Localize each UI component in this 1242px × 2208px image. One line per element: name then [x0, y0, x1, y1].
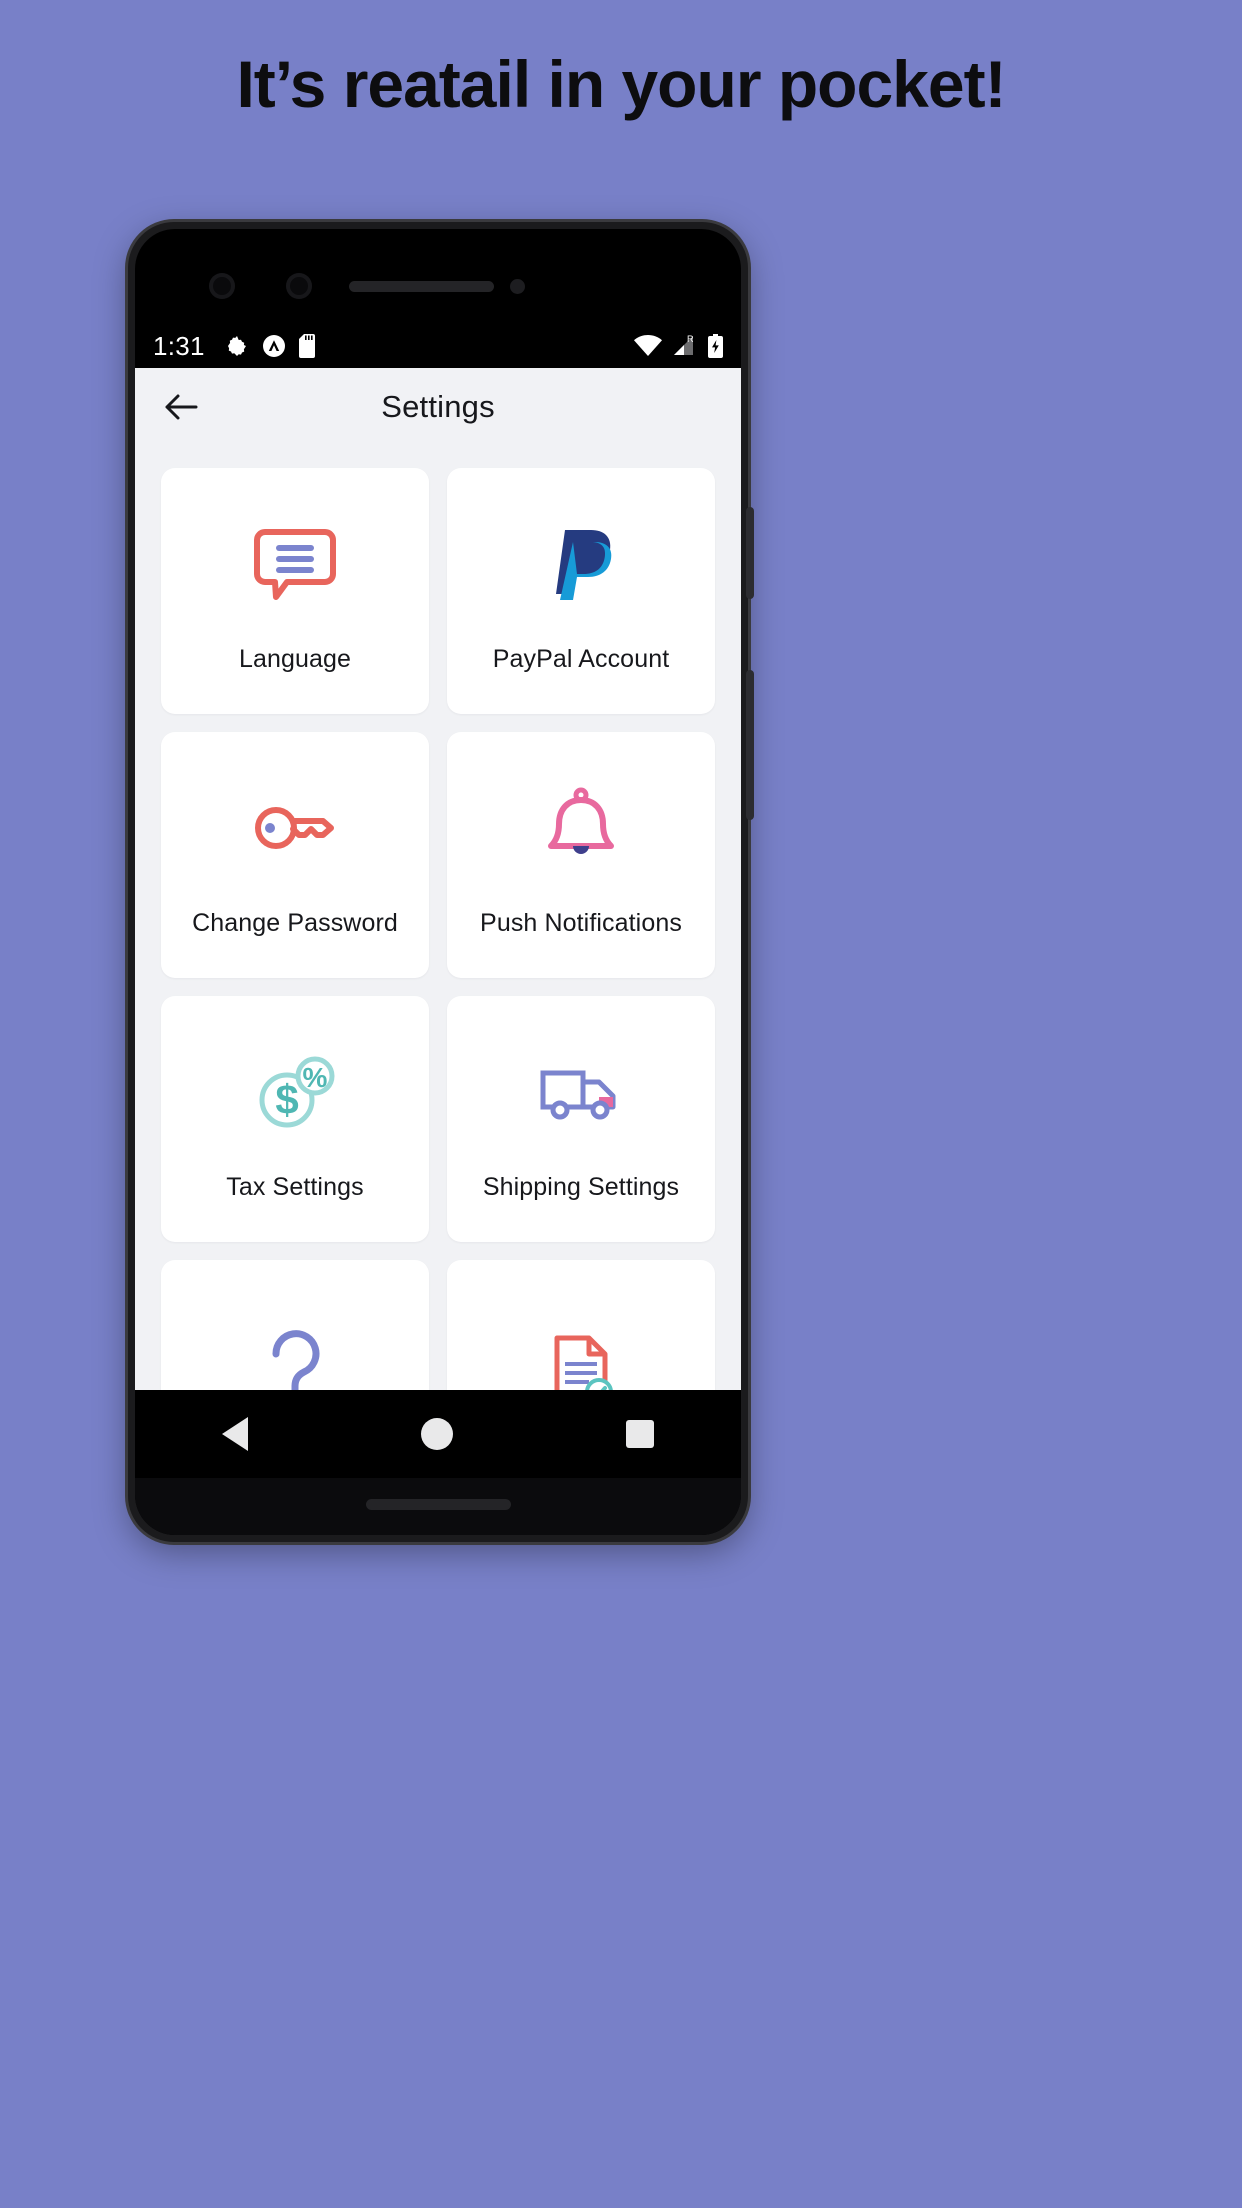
- android-nav-bar: [135, 1390, 741, 1478]
- key-icon: [243, 773, 347, 883]
- svg-text:R: R: [687, 334, 694, 344]
- expo-icon: [262, 334, 286, 358]
- bottom-speaker: [366, 1499, 511, 1510]
- nav-recents-icon[interactable]: [626, 1420, 655, 1448]
- phone-mockup: 1:31 R Settings Language PayPal Account …: [128, 222, 754, 1542]
- nav-back-icon[interactable]: [221, 1417, 248, 1451]
- app-bar: Settings: [135, 368, 741, 446]
- settings-card-paypal-account[interactable]: PayPal Account: [447, 468, 715, 714]
- speech-bubble-icon: [243, 509, 347, 619]
- document-check-icon: [529, 1315, 633, 1390]
- settings-card-language[interactable]: Language: [161, 468, 429, 714]
- status-left-icons: [225, 334, 319, 358]
- front-camera-icon: [209, 273, 235, 299]
- paypal-icon: [529, 509, 633, 619]
- card-label: Change Password: [192, 908, 398, 937]
- svg-text:$: $: [275, 1076, 298, 1123]
- settings-grid: Language PayPal Account Change Password …: [135, 446, 741, 1390]
- settings-card-push-notifications[interactable]: Push Notifications: [447, 732, 715, 978]
- bell-icon: [529, 773, 633, 883]
- back-arrow-icon: [165, 394, 198, 420]
- power-button[interactable]: [746, 507, 754, 599]
- phone-sensor-row: [135, 267, 741, 307]
- gear-icon: [225, 334, 249, 358]
- cell-signal-roaming-icon: R: [672, 334, 698, 358]
- battery-charging-icon: [708, 334, 723, 358]
- phone-chin: [135, 1478, 741, 1535]
- settings-card-document[interactable]: [447, 1260, 715, 1390]
- truck-icon: [529, 1037, 633, 1147]
- sensor-icon: [286, 273, 312, 299]
- earpiece-speaker: [349, 281, 494, 292]
- settings-card-tax-settings[interactable]: $ % Tax Settings: [161, 996, 429, 1242]
- card-label: Tax Settings: [226, 1172, 364, 1201]
- back-button[interactable]: [161, 387, 201, 427]
- dollar-percent-icon: $ %: [243, 1037, 347, 1147]
- card-label: Language: [238, 644, 352, 673]
- app-screen: Settings Language PayPal Account Change …: [135, 368, 741, 1390]
- status-bar: 1:31 R: [135, 324, 741, 368]
- led-indicator-icon: [510, 279, 525, 294]
- svg-text:%: %: [303, 1062, 328, 1093]
- card-label: PayPal Account: [492, 644, 670, 673]
- sd-card-icon: [298, 334, 319, 358]
- status-time: 1:31: [153, 330, 205, 361]
- settings-card-change-password[interactable]: Change Password: [161, 732, 429, 978]
- status-right-icons: R: [634, 334, 723, 358]
- page-title: Settings: [381, 389, 495, 424]
- wifi-icon: [634, 335, 662, 357]
- poster-headline: It’s reatail in your pocket!: [236, 47, 1006, 121]
- settings-card-shipping-settings[interactable]: Shipping Settings: [447, 996, 715, 1242]
- nav-home-icon[interactable]: [420, 1418, 453, 1450]
- settings-card-help[interactable]: [161, 1260, 429, 1390]
- card-label: Push Notifications: [480, 908, 682, 937]
- card-label: Shipping Settings: [482, 1172, 680, 1201]
- question-mark-icon: [243, 1315, 347, 1390]
- phone-screen-area: 1:31 R Settings Language PayPal Account …: [135, 229, 741, 1535]
- volume-button[interactable]: [746, 670, 754, 820]
